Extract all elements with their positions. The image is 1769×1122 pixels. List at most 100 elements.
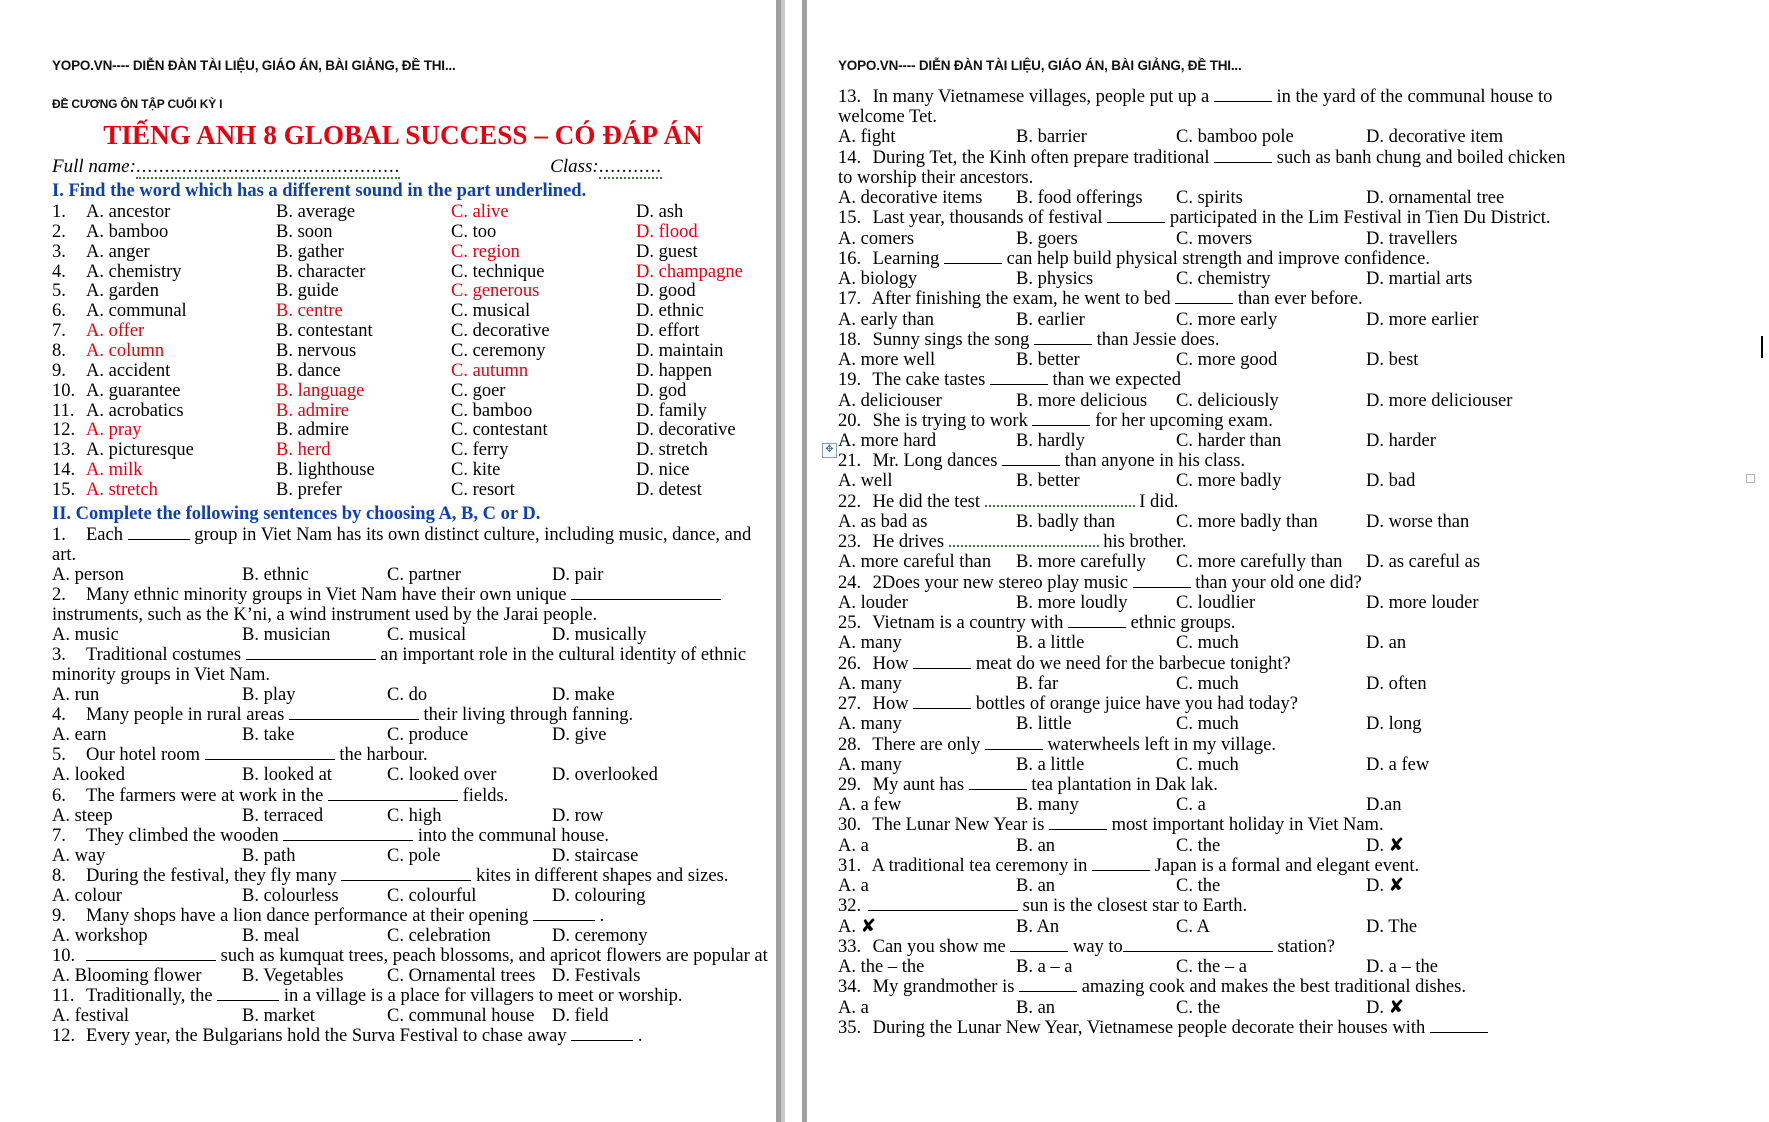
option-A[interactable]: A. accident (86, 362, 276, 381)
option-B[interactable]: B. An (1016, 917, 1176, 937)
option-D[interactable]: D. long (1366, 715, 1536, 734)
option-A[interactable]: A. well (838, 472, 1016, 491)
option-C[interactable]: C. musical (387, 626, 552, 645)
option-D[interactable]: D. decorative item (1366, 128, 1536, 147)
option-C[interactable]: C. high (387, 806, 552, 826)
option-D[interactable]: D. musically (552, 626, 712, 645)
option-B[interactable]: B. an (1016, 836, 1176, 856)
option-D[interactable]: D. worse than (1366, 512, 1536, 532)
option-A[interactable]: A. many (838, 755, 1016, 775)
option-C[interactable]: C. resort (451, 481, 636, 500)
option-B[interactable]: B. an (1016, 998, 1176, 1018)
option-D[interactable]: D. an (1366, 634, 1536, 653)
option-C[interactable]: C. much (1176, 634, 1366, 653)
option-C[interactable]: C. looked over (387, 766, 552, 785)
option-C[interactable]: C. technique (451, 262, 636, 282)
option-D[interactable]: D. detest (636, 481, 772, 500)
option-A[interactable]: A. biology (838, 269, 1016, 289)
option-D[interactable]: D. maintain (636, 342, 772, 361)
option-C[interactable]: C. deliciously (1176, 391, 1366, 411)
option-D[interactable]: D. god (636, 381, 772, 401)
option-B[interactable]: B. earlier (1016, 310, 1176, 330)
option-C[interactable]: C. more good (1176, 350, 1366, 370)
option-C[interactable]: C. generous (451, 282, 636, 301)
option-A[interactable]: A. looked (52, 766, 242, 785)
option-B[interactable]: B. far (1016, 674, 1176, 694)
option-C[interactable]: C. alive (451, 203, 636, 222)
option-A[interactable]: A. colour (52, 886, 242, 906)
option-D[interactable]: D. row (552, 806, 712, 826)
option-B[interactable]: B. physics (1016, 269, 1176, 289)
option-C[interactable]: C. celebration (387, 926, 552, 946)
option-B[interactable]: B. take (242, 726, 387, 745)
option-C[interactable]: C. harder than (1176, 431, 1366, 451)
option-A[interactable]: A. workshop (52, 926, 242, 946)
option-A[interactable]: A. many (838, 674, 1016, 694)
option-C[interactable]: C. too (451, 222, 636, 242)
option-A[interactable]: A. steep (52, 806, 242, 826)
option-B[interactable]: B. soon (276, 222, 451, 242)
option-A[interactable]: A. decorative items (838, 188, 1016, 208)
option-B[interactable]: B. contestant (276, 322, 451, 341)
option-C[interactable]: C. the (1176, 998, 1366, 1018)
option-A[interactable]: A. a (838, 836, 1016, 856)
option-C[interactable]: C. bamboo pole (1176, 128, 1366, 147)
option-B[interactable]: B. dance (276, 362, 451, 381)
option-B[interactable]: B. prefer (276, 481, 451, 500)
option-B[interactable]: B. a – a (1016, 957, 1176, 977)
option-B[interactable]: B. badly than (1016, 512, 1176, 532)
option-D[interactable]: D. guest (636, 242, 772, 262)
option-A[interactable]: A. anger (86, 242, 276, 262)
option-B[interactable]: B. food offerings (1016, 188, 1176, 208)
option-C[interactable]: C. musical (451, 302, 636, 321)
option-C[interactable]: C. more badly than (1176, 512, 1366, 532)
option-C[interactable]: C. goer (451, 381, 636, 401)
option-D[interactable]: D. field (552, 1006, 712, 1026)
option-D[interactable]: D. happen (636, 362, 772, 381)
option-A[interactable]: A. early than (838, 310, 1016, 330)
option-B[interactable]: B. more delicious (1016, 391, 1176, 411)
option-B[interactable]: B. more carefully (1016, 553, 1176, 572)
option-A[interactable]: A. more well (838, 350, 1016, 370)
option-C[interactable]: C. decorative (451, 322, 636, 341)
option-C[interactable]: C. region (451, 242, 636, 262)
option-D[interactable]: D. decorative (636, 421, 772, 440)
option-C[interactable]: C. partner (387, 565, 552, 585)
option-D[interactable]: D. give (552, 726, 712, 745)
option-B[interactable]: B. meal (242, 926, 387, 946)
option-A[interactable]: A. many (838, 634, 1016, 653)
option-D[interactable]: D. harder (1366, 431, 1536, 451)
option-A[interactable]: A. bamboo (86, 222, 276, 242)
option-C[interactable]: C. movers (1176, 229, 1366, 249)
option-C[interactable]: C. more badly (1176, 472, 1366, 491)
resize-handle[interactable] (1746, 474, 1755, 483)
option-D[interactable]: D. ash (636, 203, 772, 222)
option-C[interactable]: C. much (1176, 674, 1366, 694)
option-B[interactable]: B. guide (276, 282, 451, 301)
option-C[interactable]: C. ferry (451, 441, 636, 460)
option-D[interactable]: D. martial arts (1366, 269, 1536, 289)
option-B[interactable]: B. average (276, 203, 451, 222)
option-A[interactable]: A. deliciouser (838, 391, 1016, 411)
option-B[interactable]: B. ethnic (242, 565, 387, 585)
option-C[interactable]: C. A (1176, 917, 1366, 937)
option-A[interactable]: A. more careful than (838, 553, 1016, 572)
option-D[interactable]: D. a – the (1366, 957, 1536, 977)
option-C[interactable]: C. communal house (387, 1006, 552, 1026)
paragraph-move-handle[interactable]: ✥ (822, 443, 837, 458)
option-B[interactable]: B. colourless (242, 886, 387, 906)
option-C[interactable]: C. do (387, 686, 552, 705)
option-D[interactable]: D. more earlier (1366, 310, 1536, 330)
option-B[interactable]: B. a little (1016, 634, 1176, 653)
option-B[interactable]: B. better (1016, 350, 1176, 370)
option-D[interactable]: D. bad (1366, 472, 1536, 491)
option-A[interactable]: A. pray (86, 421, 276, 440)
option-B[interactable]: B. nervous (276, 342, 451, 361)
option-B[interactable]: B. lighthouse (276, 461, 451, 480)
option-B[interactable]: B. gather (276, 242, 451, 262)
option-A[interactable]: A. the – the (838, 957, 1016, 977)
option-D[interactable]: D. Festivals (552, 966, 712, 986)
option-B[interactable]: B. a little (1016, 755, 1176, 775)
option-A[interactable]: A. column (86, 342, 276, 361)
option-D[interactable]: D. colouring (552, 886, 712, 906)
